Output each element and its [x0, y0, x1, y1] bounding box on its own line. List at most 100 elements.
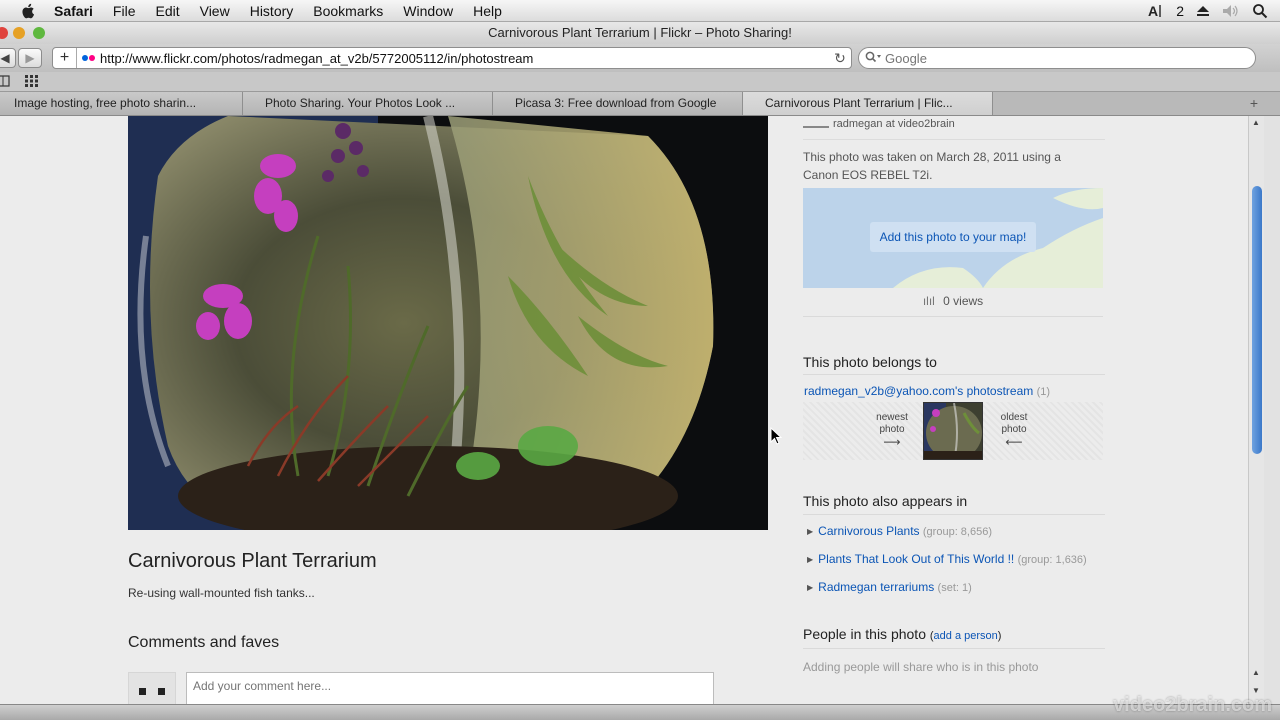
- avatar-pixel: [139, 688, 146, 695]
- current-photo-thumbnail[interactable]: [923, 402, 983, 460]
- menu-edit[interactable]: Edit: [145, 0, 189, 22]
- tab-label: Image hosting, free photo sharin...: [14, 96, 197, 110]
- forward-button[interactable]: ▶: [18, 48, 42, 68]
- browser-toolbar: ◀ ▶ + http://www.flickr.com/photos/radme…: [0, 44, 1280, 72]
- group-meta: (group: 8,656): [922, 526, 992, 538]
- photostream-count: (1): [1036, 386, 1051, 398]
- close-window-button[interactable]: [0, 27, 8, 39]
- scrollbar-thumb[interactable]: [1252, 186, 1262, 454]
- belongs-heading: This photo belongs to: [803, 354, 937, 370]
- set-item: ▶ Radmegan terrariums (set: 1): [807, 580, 972, 594]
- video2brain-watermark: video2brain.com: [1113, 694, 1272, 716]
- section-divider: [803, 316, 1103, 317]
- window-bottom-bar: [0, 704, 1280, 720]
- set-link[interactable]: Radmegan terrariums: [818, 580, 934, 594]
- scroll-up-arrow-icon[interactable]: ▲: [1252, 118, 1260, 127]
- menu-bar: Safari File Edit View History Bookmarks …: [0, 0, 1280, 22]
- section-divider: [803, 374, 1105, 375]
- thumbnail-image: [924, 403, 982, 459]
- group-link[interactable]: Carnivorous Plants: [818, 524, 919, 538]
- comments-heading: Comments and faves: [128, 634, 280, 651]
- search-field[interactable]: [858, 47, 1256, 69]
- comment-input[interactable]: [186, 672, 714, 704]
- oldest-photo-button[interactable]: oldest photo ⟵: [989, 412, 1039, 448]
- font-a-icon[interactable]: A: [1148, 3, 1164, 19]
- view-count: ılıl 0 views: [803, 294, 1103, 308]
- search-input[interactable]: [885, 50, 1245, 66]
- stats-bars-icon: ılıl: [922, 294, 935, 308]
- add-bookmark-button[interactable]: +: [53, 48, 77, 68]
- volume-icon[interactable]: [1222, 4, 1240, 18]
- tab-photo-sharing[interactable]: Photo Sharing. Your Photos Look ...: [243, 92, 493, 115]
- new-tab-button[interactable]: +: [1250, 95, 1258, 111]
- disclosure-triangle-icon[interactable]: ▶: [807, 555, 813, 564]
- group-item: ▶ Plants That Look Out of This World !! (…: [807, 552, 1087, 566]
- newest-photo-button[interactable]: newest photo ⟶: [867, 412, 917, 448]
- page-scrollbar[interactable]: ▲ ▲ ▼: [1248, 116, 1264, 704]
- apple-logo-icon[interactable]: [20, 2, 38, 20]
- owner-name[interactable]: radmegan at video2brain: [833, 118, 955, 130]
- menu-file[interactable]: File: [103, 0, 146, 22]
- group-meta: (group: 1,636): [1017, 554, 1087, 566]
- reading-list-icon[interactable]: [0, 74, 10, 88]
- owner-line: radmegan at video2brain: [803, 116, 1105, 140]
- people-heading: People in this photo (add a person): [803, 626, 1002, 642]
- back-arrow-icon: ◀: [0, 51, 10, 65]
- scroll-up-arrow-icon[interactable]: ▲: [1252, 668, 1260, 677]
- photo-title: Carnivorous Plant Terrarium: [128, 550, 377, 572]
- people-heading-text: People in this photo: [803, 626, 926, 642]
- main-photo[interactable]: [128, 116, 768, 530]
- appears-in-heading: This photo also appears in: [803, 493, 968, 509]
- zoom-window-button[interactable]: [33, 27, 45, 39]
- tab-label: Photo Sharing. Your Photos Look ...: [265, 96, 456, 110]
- spotlight-search-icon[interactable]: [1252, 3, 1268, 19]
- oldest-photo-label: oldest photo: [1000, 412, 1028, 435]
- svg-text:A: A: [1148, 3, 1158, 19]
- reload-icon[interactable]: ↻: [829, 50, 851, 67]
- flickr-favicon-icon: [82, 55, 95, 61]
- search-icon: [865, 51, 881, 66]
- owner-buddy-icon[interactable]: [803, 116, 829, 128]
- photostream-link[interactable]: radmegan_v2b@yahoo.com's photostream: [804, 384, 1033, 398]
- menu-view[interactable]: View: [190, 0, 240, 22]
- photo-taken-info: This photo was taken on March 28, 2011 u…: [803, 150, 1061, 182]
- menu-window[interactable]: Window: [393, 0, 463, 22]
- newest-photo-label: newest photo: [876, 412, 908, 435]
- flickr-photo-page: Carnivorous Plant Terrarium Re-using wal…: [0, 116, 1248, 704]
- menu-bookmarks[interactable]: Bookmarks: [303, 0, 393, 22]
- tab-image-hosting[interactable]: Image hosting, free photo sharin...: [0, 92, 243, 115]
- add-to-map-button[interactable]: Add this photo to your map!: [870, 222, 1036, 252]
- photo-map[interactable]: Add this photo to your map!: [803, 188, 1103, 288]
- window-title: Carnivorous Plant Terrarium | Flickr – P…: [488, 25, 792, 40]
- add-person-link[interactable]: add a person: [934, 630, 998, 642]
- group-link[interactable]: Plants That Look Out of This World !!: [818, 552, 1014, 566]
- section-divider: [803, 648, 1105, 649]
- arrow-right-icon: ⟶: [883, 435, 901, 449]
- photostream-filmstrip: newest photo ⟶ oldest photo ⟵: [803, 402, 1103, 460]
- disclosure-triangle-icon[interactable]: ▶: [807, 527, 813, 536]
- back-button[interactable]: ◀: [0, 48, 16, 68]
- menubar-status-number[interactable]: 2: [1176, 3, 1184, 19]
- views-text: 0 views: [943, 294, 984, 308]
- window-right-edge: [1264, 116, 1280, 704]
- set-meta: (set: 1): [937, 582, 972, 594]
- arrow-left-icon: ⟵: [1005, 435, 1023, 449]
- menu-app-safari[interactable]: Safari: [54, 0, 103, 22]
- tab-carnivorous-plant[interactable]: Carnivorous Plant Terrarium | Flic...: [743, 92, 993, 115]
- photostream-line: radmegan_v2b@yahoo.com's photostream (1): [804, 384, 1050, 398]
- address-bar[interactable]: + http://www.flickr.com/photos/radmegan_…: [52, 47, 852, 69]
- menu-history[interactable]: History: [240, 0, 304, 22]
- url-text[interactable]: http://www.flickr.com/photos/radmegan_at…: [100, 51, 829, 66]
- menu-help[interactable]: Help: [463, 0, 512, 22]
- minimize-window-button[interactable]: [13, 27, 25, 39]
- top-sites-grid-icon[interactable]: [25, 74, 39, 88]
- mouse-pointer-icon: [770, 427, 782, 445]
- window-titlebar: Carnivorous Plant Terrarium | Flickr – P…: [0, 22, 1280, 44]
- forward-arrow-icon: ▶: [25, 51, 35, 65]
- buddy-icon-avatar: [128, 672, 176, 704]
- disclosure-triangle-icon[interactable]: ▶: [807, 583, 813, 592]
- eject-icon[interactable]: [1196, 4, 1210, 18]
- tab-picasa[interactable]: Picasa 3: Free download from Google: [493, 92, 743, 115]
- bookmarks-bar: [0, 72, 1280, 92]
- tab-bar: Image hosting, free photo sharin... Phot…: [0, 92, 1280, 116]
